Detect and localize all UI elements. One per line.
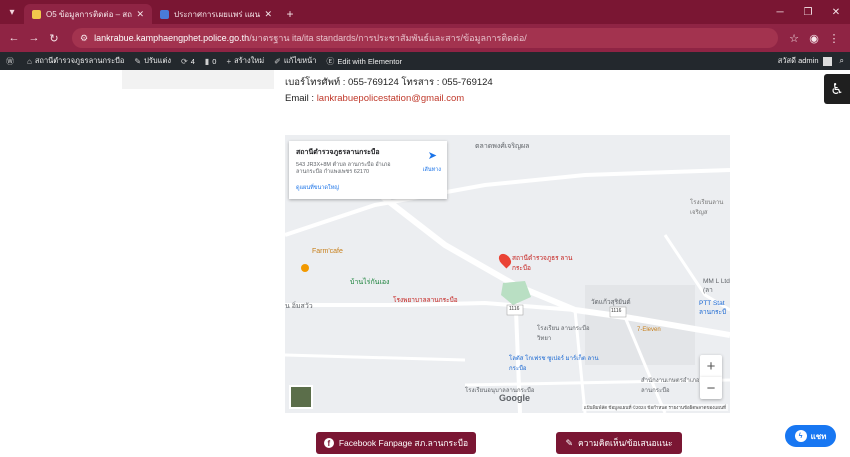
email-link[interactable]: lankrabuepolicestation@gmail.com bbox=[317, 93, 464, 104]
admin-new[interactable]: + สร้างใหม่ bbox=[226, 55, 264, 67]
tab-favicon-icon bbox=[32, 9, 41, 19]
toolbar-right: ☆ ◉ ⋮ bbox=[784, 32, 844, 45]
admin-updates[interactable]: ⟳ 4 bbox=[181, 57, 195, 66]
satellite-layer-toggle[interactable] bbox=[289, 385, 313, 409]
directions-label[interactable]: เส้นทาง bbox=[423, 166, 441, 174]
comment-icon: ▮ bbox=[204, 56, 210, 66]
new-tab-icon[interactable]: + bbox=[280, 4, 300, 24]
messenger-icon: ϟ bbox=[794, 430, 807, 442]
admin-elementor[interactable]: Ⓔ Edit with Elementor bbox=[326, 56, 402, 67]
directions-icon[interactable]: ➤ bbox=[428, 149, 437, 162]
window-controls: ─ ❐ ✕ bbox=[766, 0, 850, 24]
admin-site-name[interactable]: ⌂ สถานีตำรวจภูธรลานกระบือ bbox=[27, 55, 124, 67]
facebook-fanpage-button[interactable]: f Facebook Fanpage สภ.ลานกระบือ bbox=[316, 432, 476, 454]
reload-icon[interactable]: ↻ bbox=[46, 30, 62, 46]
contact-phone: เบอร์โทรศัพท์ : 055-769124 โทรสาร : 055-… bbox=[285, 77, 493, 88]
map-label-lotus: โลตัส โกเฟรช ซูเปอร์ มาร์เก็ต ลานกระบือ bbox=[509, 356, 599, 372]
page-content: เบอร์โทรศัพท์ : 055-769124 โทรสาร : 055-… bbox=[0, 70, 850, 457]
tab-favicon-icon bbox=[160, 9, 169, 19]
wp-admin-bar: Ⓦ ⌂ สถานีตำรวจภูธรลานกระบือ ✎ ปรับแต่ง ⟳ 4 … bbox=[0, 52, 850, 70]
tab-close-icon[interactable]: ✕ bbox=[264, 9, 272, 20]
url-path: /มาตรฐาน ita/ita standards/การประชาสัมพั… bbox=[249, 33, 527, 43]
wp-logo-icon[interactable]: Ⓦ bbox=[6, 56, 17, 67]
tab-contact-info[interactable]: O5 ข้อมูลการติดต่อ – สถานีตำรวจภู ✕ bbox=[24, 4, 152, 24]
google-logo: Google bbox=[499, 393, 530, 403]
edit-icon: ✎ bbox=[565, 437, 574, 448]
admin-updates-count: 4 bbox=[190, 56, 195, 66]
tab-strip: ▾ O5 ข้อมูลการติดต่อ – สถานีตำรวจภู ✕ ปร… bbox=[0, 0, 850, 24]
pencil-icon: ✐ bbox=[274, 56, 281, 66]
avatar bbox=[822, 56, 832, 66]
minimize-icon[interactable]: ─ bbox=[766, 0, 794, 24]
sidebar-block bbox=[122, 70, 274, 89]
back-icon[interactable]: ← bbox=[6, 30, 22, 46]
menu-icon[interactable]: ⋮ bbox=[824, 32, 844, 45]
map-label-market: ตลาดพงศ์เจริญผล bbox=[475, 143, 530, 150]
restore-icon[interactable]: ❐ bbox=[794, 0, 822, 24]
address-bar[interactable]: ⚙ lankrabue.kamphaengphet.police.go.th /… bbox=[72, 28, 778, 48]
map-label-house: บ้านไร่กันเอง bbox=[350, 279, 390, 286]
google-map[interactable]: สถานีตำรวจภูธรลานกระบือ 543 JR3X+8M ตำบล… bbox=[285, 135, 730, 413]
map-label-seven: 7-Eleven bbox=[637, 327, 661, 333]
admin-greeting: สวัสดี admin bbox=[777, 56, 819, 65]
forward-icon[interactable]: → bbox=[26, 30, 42, 46]
admin-comments[interactable]: ▮ 0 bbox=[205, 57, 217, 66]
map-label-left-area: น อิ่มสวัว bbox=[285, 303, 313, 310]
map-label-station: สถานีตำรวจภูธร ลานกระบือ bbox=[512, 255, 573, 272]
map-label-school: โรงเรียน ลานกระบือวิทยา bbox=[537, 326, 590, 342]
url-host: lankrabue.kamphaengphet.police.go.th bbox=[94, 33, 250, 43]
elementor-icon: Ⓔ bbox=[326, 56, 335, 66]
map-label-ptt: PTT Stat ลานกระบื bbox=[699, 300, 727, 316]
navigation-bar: ← → ↻ ⚙ lankrabue.kamphaengphet.police.g… bbox=[0, 24, 850, 52]
map-label-mm: MM L Ltd (ลา bbox=[703, 278, 730, 294]
map-road-number: 1116 bbox=[611, 308, 622, 314]
larger-map-link[interactable]: ดูแผนที่ขนาดใหญ่ bbox=[296, 184, 339, 192]
plus-icon: + bbox=[226, 56, 232, 66]
place-name: สถานีตำรวจภูธรลานกระบือ bbox=[296, 149, 380, 156]
map-road-number-2: 1116 bbox=[509, 306, 520, 312]
admin-site-name-label: สถานีตำรวจภูธรลานกระบือ bbox=[34, 56, 125, 65]
brush-icon: ✎ bbox=[134, 56, 142, 66]
admin-new-label: สร้างใหม่ bbox=[234, 56, 265, 65]
place-address: 543 JR3X+8M ตำบล ลานกระบือ อำเภอ ลานกระบ… bbox=[296, 162, 391, 175]
facebook-button-label: Facebook Fanpage สภ.ลานกระบือ bbox=[338, 438, 469, 448]
chat-button-label: แชท bbox=[810, 431, 827, 441]
tab-title: ประกาศการเผยแพร่ แผนยุทธศาสตร์ bbox=[174, 9, 261, 19]
bookmark-star-icon[interactable]: ☆ bbox=[784, 32, 804, 45]
map-label-temple: วัดแก้วสุริยันต์ bbox=[591, 299, 631, 306]
browser-window: ▾ O5 ข้อมูลการติดต่อ – สถานีตำรวจภู ✕ ปร… bbox=[0, 0, 850, 457]
admin-customize-label: ปรับแต่ง bbox=[144, 56, 171, 65]
messenger-chat-button[interactable]: ϟ แชท bbox=[785, 425, 836, 447]
search-icon[interactable]: ⌕ bbox=[840, 56, 844, 66]
tab-announcement[interactable]: ประกาศการเผยแพร่ แผนยุทธศาสตร์ ✕ bbox=[152, 4, 280, 24]
admin-comments-count: 0 bbox=[212, 56, 217, 66]
map-label-hospital: โรงพยาบาลลานกระบือ bbox=[393, 297, 458, 304]
facebook-icon: f bbox=[323, 438, 334, 448]
feedback-button[interactable]: ✎ ความคิดเห็น/ข้อเสนอแนะ bbox=[556, 432, 682, 454]
home-icon: ⌂ bbox=[27, 56, 32, 66]
admin-elementor-label: Edit with Elementor bbox=[337, 56, 403, 66]
map-label-farmcafe: Farm'cafe bbox=[312, 248, 343, 255]
tab-title: O5 ข้อมูลการติดต่อ – สถานีตำรวจภู bbox=[46, 9, 132, 19]
close-window-icon[interactable]: ✕ bbox=[822, 0, 850, 24]
feedback-button-label: ความคิดเห็น/ข้อเสนอแนะ bbox=[578, 438, 673, 448]
map-label-top-right: โรงเรียนลาน เจริญส bbox=[690, 200, 724, 216]
admin-account[interactable]: สวัสดี admin ⌕ bbox=[778, 55, 844, 67]
extension-icon[interactable]: ◉ bbox=[804, 32, 824, 45]
zoom-out-button[interactable]: − bbox=[700, 377, 722, 399]
contact-email: Email : lankrabuepolicestation@gmail.com bbox=[285, 93, 464, 104]
admin-edit-page-label: แก้ไขหน้า bbox=[283, 56, 317, 65]
admin-customize[interactable]: ✎ ปรับแต่ง bbox=[134, 55, 171, 67]
cafe-pin-icon bbox=[301, 264, 309, 272]
email-label: Email : bbox=[285, 93, 317, 104]
zoom-in-button[interactable]: + bbox=[700, 355, 722, 377]
accessibility-icon[interactable]: ♿ bbox=[824, 74, 850, 104]
map-footer[interactable]: แป้นพิมพ์ลัด ข้อมูลแผนที่ ©2024 ข้อกำหนด… bbox=[581, 404, 728, 411]
update-icon: ⟳ bbox=[181, 56, 188, 66]
site-info-icon[interactable]: ⚙ bbox=[80, 33, 88, 44]
place-card: สถานีตำรวจภูธรลานกระบือ 543 JR3X+8M ตำบล… bbox=[289, 141, 447, 199]
tab-search-icon[interactable]: ▾ bbox=[0, 0, 24, 24]
tab-close-icon[interactable]: ✕ bbox=[136, 9, 144, 20]
admin-edit-page[interactable]: ✐ แก้ไขหน้า bbox=[274, 55, 316, 67]
